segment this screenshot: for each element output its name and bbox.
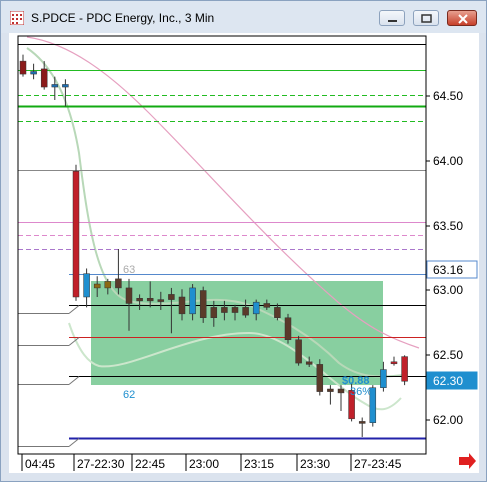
window-title: S.PDCE - PDC Energy, Inc., 3 Min [31, 11, 215, 25]
chart-window: S.PDCE - PDC Energy, Inc., 3 Min 63 62 $0.… [0, 0, 487, 482]
candle-body [337, 388, 345, 394]
close-icon [458, 14, 468, 24]
close-button[interactable] [447, 10, 477, 26]
candle-body [189, 287, 196, 315]
candle-body [242, 307, 249, 316]
chart-annotation: 63 [123, 264, 135, 276]
candle-body [30, 71, 37, 75]
candle-body [221, 307, 228, 313]
price-badge-label: 62.30 [433, 374, 463, 388]
scroll-right-arrow-icon[interactable] [459, 453, 476, 469]
level-step [68, 305, 80, 314]
candle-body [231, 307, 239, 313]
chart-annotation: 36% [350, 386, 372, 398]
candle-body [157, 299, 165, 302]
price-badge-label: 63.16 [433, 263, 463, 277]
chart-app-icon [10, 11, 24, 25]
candle-body [401, 356, 408, 382]
candle-body [83, 273, 90, 298]
candle-body [284, 317, 292, 341]
y-axis-label: 64.00 [433, 154, 463, 168]
candle-body [199, 290, 207, 318]
level-step [68, 376, 80, 385]
y-axis-label: 62.00 [433, 413, 463, 427]
x-axis-label: 23:30 [300, 457, 330, 471]
chart-annotation: 62 [123, 389, 135, 401]
candle-body [146, 298, 154, 302]
x-axis-label: 04:45 [25, 457, 55, 471]
x-axis-label: 23:15 [244, 457, 274, 471]
candle-body [263, 303, 271, 308]
candle-body [295, 339, 302, 364]
candle-body [125, 287, 133, 304]
y-axis-label: 63.00 [433, 283, 463, 297]
title-bar[interactable]: S.PDCE - PDC Energy, Inc., 3 Min [1, 1, 486, 33]
y-axis-label: 64.50 [433, 89, 463, 103]
candle-body [136, 298, 143, 302]
y-axis-label: 63.50 [433, 219, 463, 233]
candle-body [252, 301, 260, 315]
x-axis-label: 23:00 [189, 457, 219, 471]
candle-body [62, 84, 69, 88]
candle-body [305, 361, 313, 365]
candle-body [19, 60, 27, 75]
minimize-icon [388, 20, 397, 22]
x-axis-label: 22:45 [135, 457, 165, 471]
candle-body [104, 281, 112, 289]
candle-body [380, 369, 387, 388]
x-axis-label: 27-22:30 [77, 457, 125, 471]
minimize-button[interactable] [379, 10, 405, 26]
candle-body [274, 307, 281, 318]
candle-body [327, 388, 334, 392]
candle-body [72, 171, 80, 298]
candle-body [40, 68, 48, 88]
chart-area[interactable]: 63 62 $0.88 36% 64.50 64.00 63.50 63.00 62.50 62… [9, 33, 479, 473]
level-step [68, 438, 80, 447]
candle-body [93, 283, 101, 289]
candle-body [316, 364, 324, 392]
candle-body [115, 278, 122, 289]
price-chart[interactable]: 6362$0.8836% 64.5064.0063.5063.0062.5062… [9, 33, 479, 473]
candle-body [168, 294, 175, 300]
candle-body [51, 84, 59, 88]
x-axis-label: 27-23:45 [354, 457, 402, 471]
candle-body [178, 296, 186, 315]
y-axis-label: 62.50 [433, 348, 463, 362]
candle-body [390, 361, 398, 365]
candle-body [210, 307, 218, 318]
maximize-button[interactable] [413, 10, 439, 26]
candle-body [358, 421, 366, 424]
maximize-icon [421, 14, 432, 23]
